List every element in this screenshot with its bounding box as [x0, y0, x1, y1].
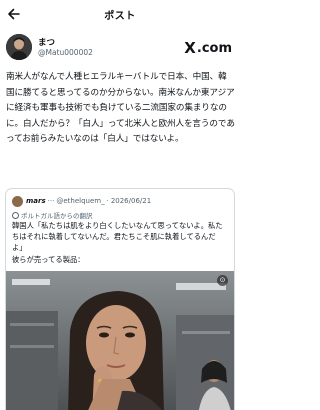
author-handle[interactable]: @Matu000002 — [38, 48, 93, 57]
author-name[interactable]: まつ — [38, 36, 55, 48]
post-text: 南米人がなんで人種ヒエラルキーバトルで日本、中国、韓国に勝てると思ってるのか分か… — [6, 72, 235, 145]
globe-icon — [12, 211, 19, 219]
quoted-avatar — [12, 195, 23, 207]
media-photo — [6, 271, 234, 410]
quoted-separator: · — [106, 197, 109, 205]
quoted-media-image[interactable]: ⊙ — [6, 271, 234, 410]
x-com-label: .com — [196, 40, 232, 56]
quoted-post-card[interactable]: mars ··· @ethelquem_ · 2026/06/21 ポルトガル語… — [5, 188, 235, 410]
back-button[interactable] — [4, 4, 24, 24]
avatar-image — [6, 34, 32, 60]
media-info-icon[interactable]: ⊙ — [217, 275, 228, 286]
avatar[interactable] — [6, 34, 32, 60]
x-logo-icon: X — [184, 39, 196, 57]
quoted-post-text: 韓国人「私たちは肌をより白くしたいなんて思ってないよ。私たちはそれに執着してない… — [12, 221, 223, 264]
x-com-logo: X .com — [184, 39, 232, 57]
post-detail-screen: ポスト まつ @Matu000002 X .com 南米人がなんで人種ヒエラルキー… — [0, 0, 240, 410]
quoted-author-dots: ··· — [47, 197, 55, 205]
quoted-author-handle: @ethelquem_ — [56, 197, 105, 205]
page-title: ポスト — [104, 10, 136, 22]
quoted-date: 2026/06/21 — [110, 197, 152, 205]
arrow-left-icon — [8, 8, 20, 20]
translation-note: ポルトガル語からの翻訳 — [12, 210, 93, 220]
quoted-post-header: mars ··· @ethelquem_ · 2026/06/21 — [12, 195, 151, 207]
quoted-author-name: mars — [26, 197, 46, 205]
top-nav: ポスト — [0, 0, 240, 28]
translation-label: ポルトガル語からの翻訳 — [21, 212, 93, 220]
post-author: まつ @Matu000002 X .com — [6, 34, 234, 62]
